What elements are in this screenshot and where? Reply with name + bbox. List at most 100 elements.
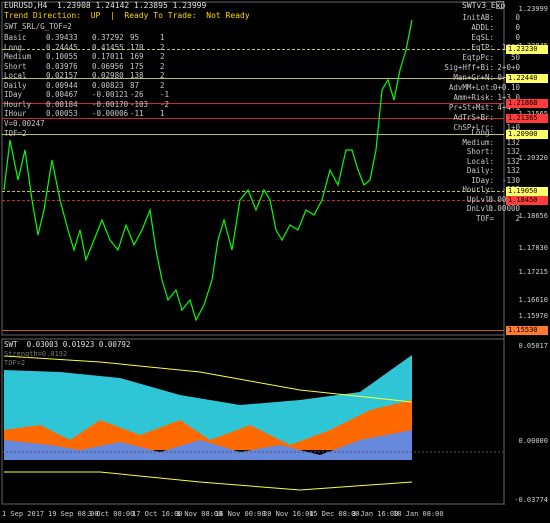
time-axis-label: 3 Jan 16:00 <box>352 510 399 518</box>
time-axis-label: 17 Oct 16:00 <box>132 510 183 518</box>
right-stat-label: Local: <box>466 156 494 166</box>
left-stat-cell: IHour <box>4 109 27 118</box>
right-stat-value: 132 <box>506 166 520 175</box>
trend-line: Trend Direction: UP | Ready To Trade: No… <box>4 11 250 20</box>
right-stat-label: Medium: <box>462 137 494 147</box>
price-tag: 1.15530 <box>506 326 548 335</box>
left-stat-cell: 0.17011 <box>92 52 124 61</box>
left-stat-cell: 0.10055 <box>46 52 78 61</box>
left-stat-cell: 2 <box>160 52 165 61</box>
right-stat-label: Sig+Hff+Bi: <box>444 63 494 72</box>
left-stat-cell: 0.39433 <box>46 33 78 42</box>
left-stat-cell: -103 <box>130 99 149 109</box>
price-axis-label: 1.23999 <box>518 5 548 13</box>
price-tag: 1.19050 <box>506 187 548 196</box>
left-stat-cell: 138 <box>130 71 144 80</box>
symbol-line: EURUSD,H4 1.23908 1.24142 1.23895 1.2399… <box>4 1 207 10</box>
right-stat-label: EqSL: <box>471 33 494 42</box>
left-stat-cell: 0.02157 <box>46 71 78 80</box>
left-stat-cell: 0.00944 <box>46 80 78 90</box>
left-stat-cell: 2 <box>160 61 165 71</box>
sub-axis-label: -0.03774 <box>514 496 548 504</box>
left-stat-cell: 0.02980 <box>92 71 124 80</box>
left-stat-cell: Basic <box>4 33 27 42</box>
price-tag: 1.18450 <box>506 196 548 205</box>
left-stat-cell: 0.41455 <box>92 42 124 52</box>
left-stats-tof: TOF=2 <box>4 129 27 138</box>
left-stat-cell: 1 <box>160 109 165 118</box>
left-stat-cell: -2 <box>160 99 170 109</box>
left-stat-cell: -0.00006 <box>92 109 129 118</box>
price-axis-label: 1.18656 <box>518 212 548 220</box>
left-stat-cell: Medium <box>4 52 32 61</box>
right-stat-label: Short: <box>466 147 494 156</box>
right-stat-label: Daily: <box>466 166 494 175</box>
lower-band-line <box>4 471 413 491</box>
time-axis-label: 1 Sep 2017 <box>2 510 45 518</box>
right-stat-label: AdvMM+Lot: <box>448 83 494 92</box>
right-stat-value: 0+0.10 <box>492 83 520 92</box>
left-stat-cell: 2 <box>160 42 165 52</box>
time-axis-label: 16 Nov 00:00 <box>215 510 266 518</box>
left-stat-cell: 0.06956 <box>92 61 124 71</box>
right-stat-value: 0 <box>515 33 520 42</box>
price-axis-label: 1.17215 <box>518 268 548 276</box>
right-stat-value: 50 <box>510 53 520 62</box>
right-stat-value: 2+0+0 <box>497 63 520 72</box>
left-stat-cell: Hourly <box>4 99 32 109</box>
left-stat-cell: 95 <box>130 33 140 42</box>
left-stat-cell: 0.00823 <box>92 80 124 90</box>
left-stat-cell: -1 <box>160 90 170 99</box>
price-tag: 1.21365 <box>506 114 548 123</box>
price-axis-label: 1.16610 <box>518 296 548 304</box>
right-stat-label: Man+Gr+N: <box>453 73 494 82</box>
left-stat-cell: 87 <box>130 80 140 90</box>
left-stats-title: SWT_SRL/G_TOF=2 <box>4 22 72 31</box>
price-tag: 1.21868 <box>506 99 548 108</box>
right-stat-label: Amm+Risk: <box>453 93 494 102</box>
time-axis-label: 3 Oct 00:00 <box>88 510 135 518</box>
price-tag: 1.22440 <box>506 74 548 83</box>
left-stat-cell: -0.00121 <box>92 90 129 99</box>
price-axis-label: 1.20320 <box>518 154 548 162</box>
left-stat-cell: 2 <box>160 71 165 80</box>
right-stat-label: ADDL: <box>471 23 494 32</box>
left-stat-cell: 1 <box>160 33 165 42</box>
right-stat-label: TOF= <box>475 213 494 223</box>
right-stat-label: IDay: <box>471 175 494 185</box>
left-stat-cell: 175 <box>130 61 144 71</box>
time-axis-label: 30 Nov 16:00 <box>263 510 314 518</box>
right-stat-label: Hourly: <box>462 185 494 194</box>
right-stat-label: EqTP: <box>471 43 494 52</box>
right-stat-value: 0 <box>515 23 520 32</box>
price-axis-label: 1.17830 <box>518 244 548 252</box>
right-stat-label: InitAB: <box>462 13 494 22</box>
sub-window-tof: TOF=2 <box>4 359 26 367</box>
left-stat-cell: Daily <box>4 80 27 90</box>
left-stat-cell: 0.03976 <box>46 61 78 71</box>
right-stat-label: Pr+St+Mst: <box>448 103 494 112</box>
left-stat-cell: -11 <box>130 109 144 118</box>
right-stat-label: AdTrS+Br: <box>453 113 494 122</box>
time-axis-label: 18 Jan 08:00 <box>393 510 444 518</box>
left-stat-cell: -26 <box>130 90 144 99</box>
price-tag: 1.23230 <box>506 45 548 54</box>
right-stat-label: Long: <box>471 128 494 137</box>
left-stat-cell: Local <box>4 71 27 80</box>
left-stat-cell: 0.00467 <box>46 90 78 99</box>
left-stat-cell: 169 <box>130 52 144 61</box>
left-stat-cell: -0.00170 <box>92 99 129 109</box>
right-stat-value: -130 <box>501 175 520 185</box>
left-stat-cell: 2 <box>160 80 165 90</box>
right-stat-label: EqtpPc: <box>462 53 494 62</box>
sub-axis-label: 0.05017 <box>518 342 548 350</box>
left-stats-footer: V=0.00247 <box>4 119 45 128</box>
right-stat-value: 0 <box>515 13 520 22</box>
left-stat-cell: 0.00053 <box>46 109 78 118</box>
left-stat-cell: 170 <box>130 42 144 52</box>
left-stat-cell: Short <box>4 61 27 71</box>
left-stat-cell: 0.24445 <box>46 42 78 52</box>
price-axis-label: 1.15970 <box>518 312 548 320</box>
left-stat-cell: Long <box>4 42 23 52</box>
left-stat-cell: 0.00184 <box>46 99 78 109</box>
